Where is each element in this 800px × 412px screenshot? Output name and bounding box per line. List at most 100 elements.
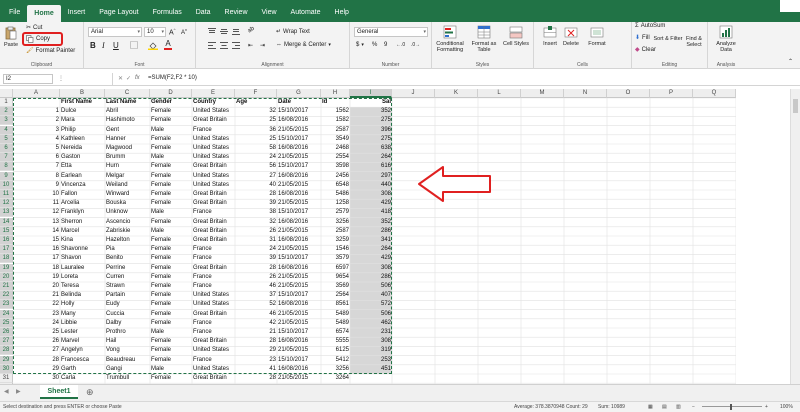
table-cell[interactable]: 3264	[321, 374, 350, 383]
row-header[interactable]: 4	[0, 125, 13, 135]
ribbon-tab-automate[interactable]: Automate	[284, 0, 328, 22]
decrease-indent-button[interactable]: ⇤	[248, 42, 253, 49]
format-as-table-button[interactable]: Format as Table	[468, 25, 500, 53]
page-layout-view-button[interactable]: ▤	[662, 402, 667, 412]
row-header[interactable]: 11	[0, 190, 13, 199]
sheet-tab-sheet1[interactable]: Sheet1	[40, 385, 78, 399]
clear-button[interactable]: ◆ Clear	[635, 46, 656, 54]
ribbon-tab-insert[interactable]: Insert	[61, 0, 93, 22]
table-cell[interactable]: Trumbull	[105, 374, 150, 383]
analyze-data-button[interactable]: Analyze Data	[710, 25, 742, 53]
add-sheet-button[interactable]: ⊕	[86, 387, 94, 398]
column-header-d[interactable]: D	[150, 89, 192, 98]
sheet-next-button[interactable]: ▶	[16, 388, 21, 395]
align-center-button[interactable]	[220, 42, 228, 49]
fill-button[interactable]: ⬇ Fill	[635, 34, 650, 42]
underline-button[interactable]: U	[113, 41, 119, 50]
formula-input[interactable]: =SUM(F2,F2 * 10)	[148, 75, 197, 81]
paste-button[interactable]: Paste	[0, 26, 22, 48]
font-color-button[interactable]: A	[164, 40, 172, 50]
row-header[interactable]: 16	[0, 236, 13, 245]
row-header[interactable]: 24	[0, 309, 13, 319]
font-name-select[interactable]: Arial ▾	[88, 27, 142, 37]
comma-button[interactable]: 9	[384, 42, 387, 48]
column-header-m[interactable]: M	[521, 89, 564, 98]
ribbon-tab-review[interactable]: Review	[218, 0, 255, 22]
align-right-button[interactable]	[232, 42, 240, 49]
row-header[interactable]: 13	[0, 208, 13, 218]
row-header[interactable]: 14	[0, 217, 13, 227]
ribbon-tab-home[interactable]: Home	[27, 5, 61, 22]
column-header-i[interactable]: I	[350, 89, 392, 98]
zoom-level[interactable]: 100%	[780, 402, 793, 412]
vertical-scrollbar[interactable]	[790, 89, 800, 384]
ribbon-tab-view[interactable]: View	[255, 0, 284, 22]
confirm-entry-button[interactable]: ✓	[126, 75, 131, 82]
increase-indent-button[interactable]: ⇥	[260, 42, 265, 49]
autosum-button[interactable]: Σ AutoSum	[635, 23, 665, 29]
column-header-j[interactable]: J	[392, 89, 435, 98]
ribbon-tab-help[interactable]: Help	[328, 0, 356, 22]
format-painter-button[interactable]: 🖌 Format Painter	[26, 47, 75, 55]
row-header[interactable]: 3	[0, 116, 13, 126]
decrease-decimal-button[interactable]: .0→	[411, 42, 420, 48]
align-middle-button[interactable]	[220, 28, 228, 35]
zoom-in-button[interactable]: +	[765, 402, 768, 412]
row-header[interactable]: 28	[0, 346, 13, 356]
row-header[interactable]: 22	[0, 291, 13, 301]
row-header[interactable]: 27	[0, 337, 13, 347]
cut-button[interactable]: ✂ Cut	[26, 24, 42, 32]
align-left-button[interactable]	[208, 42, 216, 49]
row-header[interactable]: 1	[0, 98, 13, 107]
wrap-text-button[interactable]: ↵ Wrap Text	[276, 28, 310, 36]
page-break-view-button[interactable]: ▥	[676, 402, 681, 412]
row-header[interactable]: 21	[0, 282, 13, 291]
scrollbar-thumb[interactable]	[793, 99, 798, 113]
column-header-k[interactable]: K	[435, 89, 478, 98]
fill-color-button[interactable]	[148, 41, 158, 50]
row-header[interactable]: 15	[0, 226, 13, 236]
merge-center-button[interactable]: ⇔ Merge & Center ▾	[276, 42, 331, 48]
column-header-f[interactable]: F	[235, 89, 277, 98]
select-all-corner[interactable]	[0, 89, 13, 98]
row-header[interactable]: 12	[0, 199, 13, 209]
column-header-l[interactable]: L	[478, 89, 521, 98]
row-header[interactable]: 8	[0, 162, 13, 172]
align-bottom-button[interactable]	[232, 28, 240, 35]
orientation-button[interactable]: ab	[247, 26, 256, 35]
ribbon-tab-data[interactable]: Data	[189, 0, 218, 22]
font-size-select[interactable]: 10 ▾	[144, 27, 166, 37]
row-header[interactable]: 5	[0, 134, 13, 144]
column-header-g[interactable]: G	[277, 89, 321, 98]
row-header[interactable]: 6	[0, 144, 13, 153]
borders-button[interactable]	[130, 41, 138, 49]
sheet-prev-button[interactable]: ◀	[4, 388, 9, 395]
table-cell[interactable]: 30	[13, 374, 60, 383]
row-header[interactable]: 23	[0, 300, 13, 310]
column-header-c[interactable]: C	[105, 89, 150, 98]
row-header[interactable]: 25	[0, 318, 13, 328]
collapse-ribbon-button[interactable]: ⌃	[788, 58, 793, 65]
spreadsheet-grid[interactable]: ABCDEFGHIJKLMNOPQ 1 2 3 4 5 6 7 8 9 10 11 12 13 14 15 1…	[0, 89, 790, 384]
increase-decimal-button[interactable]: ←.0	[396, 42, 405, 48]
bold-button[interactable]: B	[90, 41, 96, 50]
zoom-out-button[interactable]: −	[692, 402, 695, 412]
ribbon-tab-formulas[interactable]: Formulas	[146, 0, 189, 22]
conditional-formatting-button[interactable]: Conditional Formatting	[434, 25, 466, 53]
column-header-b[interactable]: B	[60, 89, 105, 98]
row-header[interactable]: 29	[0, 355, 13, 365]
ribbon-tab-file[interactable]: File	[2, 0, 27, 22]
column-header-q[interactable]: Q	[693, 89, 736, 98]
share-button[interactable]	[780, 0, 800, 12]
column-header-n[interactable]: N	[564, 89, 607, 98]
row-header[interactable]: 20	[0, 272, 13, 282]
row-header[interactable]: 19	[0, 263, 13, 273]
zoom-slider[interactable]	[702, 406, 762, 407]
format-cells-button[interactable]: Format	[582, 25, 612, 47]
row-header[interactable]: 2	[0, 107, 13, 117]
column-header-o[interactable]: O	[607, 89, 650, 98]
currency-button[interactable]: $ ▾	[356, 42, 364, 48]
number-format-select[interactable]: General ▾	[354, 27, 428, 37]
table-cell[interactable]: 21/05/2015	[277, 374, 321, 383]
find-select-button[interactable]: Find & Select	[678, 36, 710, 48]
